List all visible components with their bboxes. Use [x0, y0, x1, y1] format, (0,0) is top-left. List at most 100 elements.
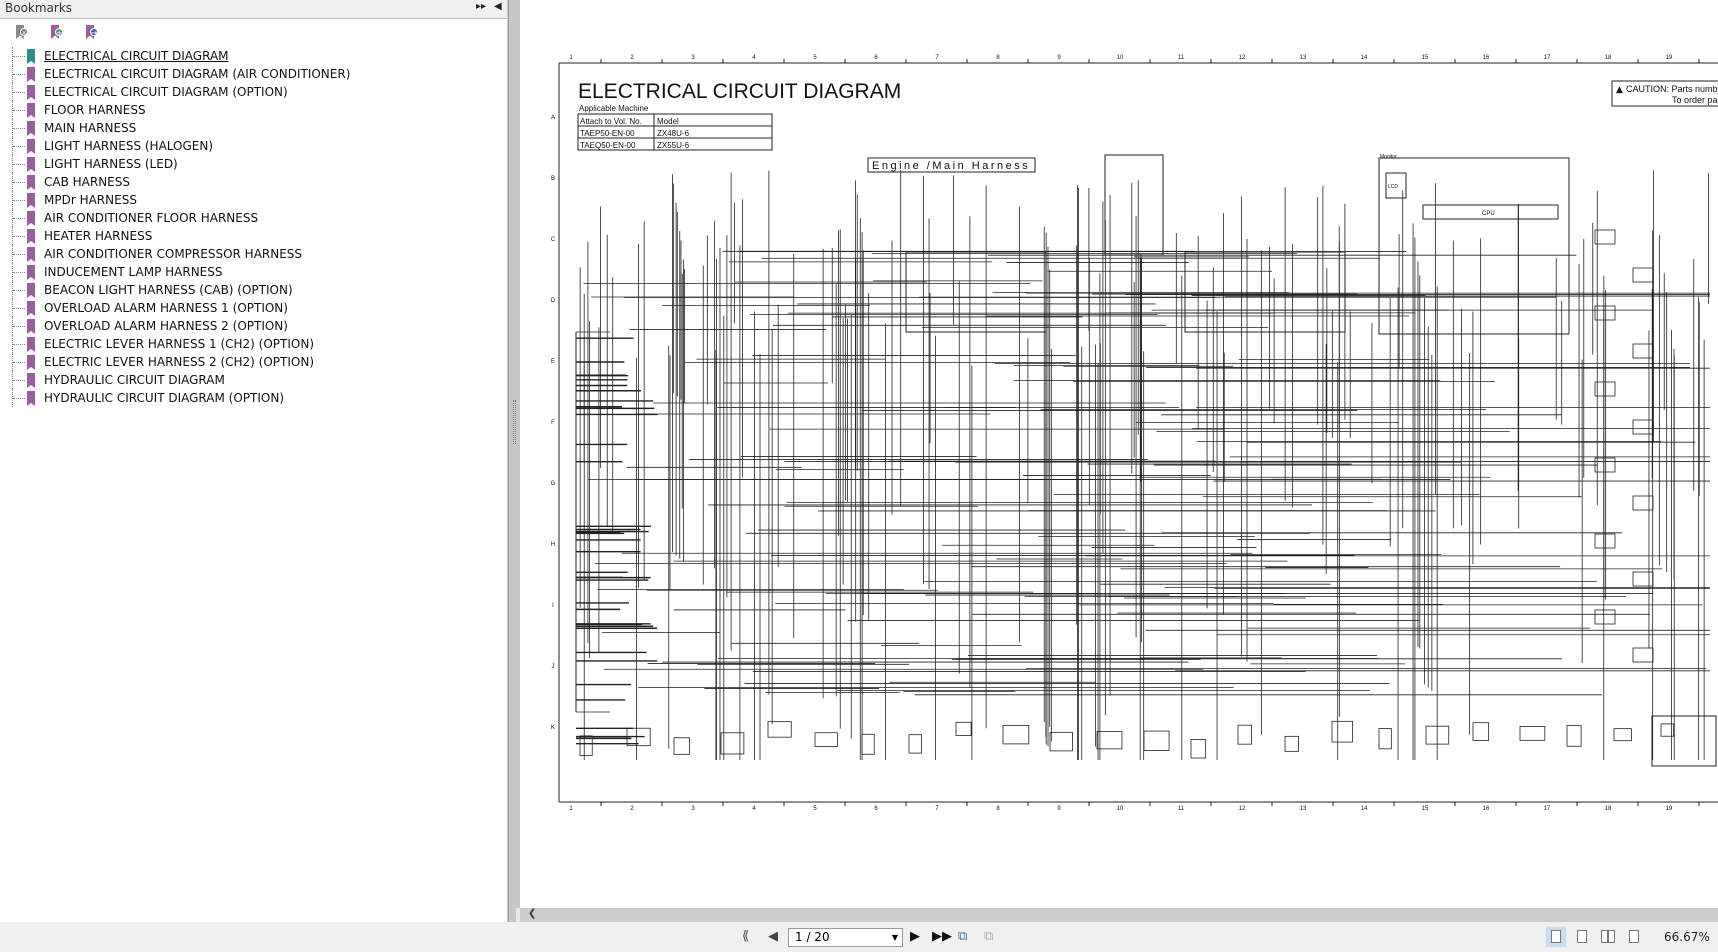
table-cell: TAEQ50-EN-00 — [580, 141, 636, 150]
bookmark-item[interactable]: MPDr HARNESS — [0, 191, 507, 209]
bookmark-item[interactable]: HEATER HARNESS — [0, 227, 507, 245]
continuous-facing-icon[interactable] — [1624, 927, 1644, 947]
bookmark-label: MPDr HARNESS — [44, 193, 137, 207]
tree-line — [12, 65, 26, 83]
bookmark-item[interactable]: ELECTRICAL CIRCUIT DIAGRAM (AIR CONDITIO… — [0, 65, 507, 83]
tree-line — [12, 245, 26, 263]
bookmark-delete-icon[interactable]: × — [14, 25, 28, 40]
component-symbol — [1632, 267, 1654, 283]
bookmark-label: ELECTRICAL CIRCUIT DIAGRAM — [44, 49, 229, 63]
bookmark-item[interactable]: FLOOR HARNESS — [0, 101, 507, 119]
last-page-icon[interactable]: ▶▶ — [932, 929, 952, 944]
column-label-bottom: 18 — [1605, 806, 1612, 812]
bookmark-item[interactable]: ELECTRICAL CIRCUIT DIAGRAM (OPTION) — [0, 83, 507, 101]
bookmark-add-icon[interactable]: + — [49, 25, 63, 40]
column-label-top: 4 — [752, 55, 756, 61]
continuous-icon[interactable] — [1572, 927, 1592, 947]
bookmark-item[interactable]: ELECTRICAL CIRCUIT DIAGRAM — [0, 47, 507, 65]
document-view[interactable]: 1 1 2 2 3 3 4 4 5 5 6 6 7 7 8 8 9 9 10 10 11 11 12 12 13 13 14 14 15… — [520, 0, 1718, 908]
bookmark-icon — [27, 391, 35, 406]
component-symbol — [1096, 731, 1123, 750]
column-label-top: 16 — [1483, 55, 1490, 61]
bookmark-icon — [27, 283, 35, 298]
bookmark-icon — [27, 193, 35, 208]
bookmark-icon — [27, 247, 35, 262]
component-symbol — [814, 732, 838, 747]
bookmark-icon — [27, 373, 35, 388]
bookmark-item[interactable]: HYDRAULIC CIRCUIT DIAGRAM (OPTION) — [0, 389, 507, 407]
tree-line — [12, 47, 26, 65]
component-symbol — [1331, 720, 1353, 743]
single-page-icon[interactable] — [1546, 927, 1566, 947]
bookmark-item[interactable]: LIGHT HARNESS (LED) — [0, 155, 507, 173]
component-symbol — [1566, 725, 1582, 747]
tree-line — [12, 137, 26, 155]
bookmark-label: HYDRAULIC CIRCUIT DIAGRAM (OPTION) — [44, 391, 284, 405]
bookmark-item[interactable]: AIR CONDITIONER COMPRESSOR HARNESS — [0, 245, 507, 263]
bookmark-label: ELECTRICAL CIRCUIT DIAGRAM (OPTION) — [44, 85, 288, 99]
bookmark-item[interactable]: OVERLOAD ALARM HARNESS 1 (OPTION) — [0, 299, 507, 317]
bookmarks-title: Bookmarks — [5, 1, 73, 15]
tree-line — [12, 83, 26, 101]
bottom-toolbar: ⟪ ◀ 1 / 20 ▼ ▶ ▶▶ ⧉ ⧉ 66.67% — [0, 922, 1718, 952]
bookmark-icon — [27, 175, 35, 190]
facing-icon[interactable] — [1598, 927, 1618, 947]
row-label: K — [551, 725, 555, 731]
warning-icon: ▲ — [1616, 85, 1623, 95]
collapse-panel-icon[interactable]: ◀ — [494, 1, 502, 12]
previous-view-icon[interactable]: ⧉ — [958, 929, 967, 944]
bookmark-label: ELECTRIC LEVER HARNESS 1 (CH2) (OPTION) — [44, 337, 315, 351]
connector-block — [905, 251, 1047, 333]
component-symbol — [720, 732, 745, 755]
column-label-bottom: 2 — [630, 806, 634, 812]
tree-line — [12, 263, 26, 281]
bookmark-item[interactable]: OVERLOAD ALARM HARNESS 2 (OPTION) — [0, 317, 507, 335]
row-label: J — [552, 664, 555, 670]
scroll-left-icon[interactable]: ❮ — [528, 908, 536, 919]
component-symbol — [1378, 728, 1392, 750]
column-label-bottom: 17 — [1544, 806, 1551, 812]
bookmark-item[interactable]: HYDRAULIC CIRCUIT DIAGRAM — [0, 371, 507, 389]
bookmark-label: LIGHT HARNESS (LED) — [44, 157, 178, 171]
bookmark-item[interactable]: BEACON LIGHT HARNESS (CAB) (OPTION) — [0, 281, 507, 299]
bookmark-icon — [27, 157, 35, 172]
component-symbol — [1632, 495, 1654, 511]
panel-splitter[interactable] — [508, 0, 520, 922]
applicable-machine-label: Applicable Machine — [579, 104, 649, 113]
first-page-icon[interactable]: ⟪ — [742, 929, 749, 944]
chevron-down-icon[interactable]: ▼ — [892, 929, 898, 946]
bookmark-item[interactable]: CAB HARNESS — [0, 173, 507, 191]
next-page-icon[interactable]: ▶ — [910, 929, 920, 944]
bookmark-label: AIR CONDITIONER COMPRESSOR HARNESS — [44, 247, 303, 261]
column-label-bottom: 14 — [1361, 806, 1368, 812]
bookmark-item[interactable]: ELECTRIC LEVER HARNESS 2 (CH2) (OPTION) — [0, 353, 507, 371]
column-label-top: 5 — [813, 55, 817, 61]
zoom-level[interactable]: 66.67% — [1664, 930, 1710, 944]
bookmark-label: HYDRAULIC CIRCUIT DIAGRAM — [44, 373, 225, 387]
diagram-title: ELECTRICAL CIRCUIT DIAGRAM — [578, 80, 901, 103]
column-label-bottom: 15 — [1422, 806, 1429, 812]
component-symbol — [1594, 457, 1616, 473]
component-symbol — [1143, 730, 1170, 751]
bookmark-item[interactable]: ELECTRIC LEVER HARNESS 1 (CH2) (OPTION) — [0, 335, 507, 353]
bookmark-item[interactable]: INDUCEMENT LAMP HARNESS — [0, 263, 507, 281]
bookmark-label: HEATER HARNESS — [44, 229, 153, 243]
bookmark-item[interactable]: MAIN HARNESS — [0, 119, 507, 137]
horizontal-scrollbar[interactable]: ❮ — [520, 908, 1718, 922]
prev-page-icon[interactable]: ◀ — [768, 929, 778, 944]
splitter-grip[interactable] — [513, 400, 516, 444]
next-view-icon[interactable]: ⧉ — [984, 929, 993, 944]
page-number-field[interactable]: 1 / 20 ▼ — [788, 928, 903, 947]
bookmark-item[interactable]: LIGHT HARNESS (HALOGEN) — [0, 137, 507, 155]
bookmark-goto-icon[interactable]: → — [84, 25, 98, 40]
component-symbol — [1594, 609, 1616, 625]
bookmark-icon — [27, 85, 35, 100]
expand-icon[interactable]: ▸▸ — [476, 1, 486, 12]
row-label: C — [551, 237, 556, 243]
bookmark-item[interactable]: AIR CONDITIONER FLOOR HARNESS — [0, 209, 507, 227]
component-symbol — [1519, 725, 1546, 741]
column-label-bottom: 19 — [1666, 806, 1673, 812]
column-label-top: 10 — [1117, 55, 1124, 61]
tree-line — [12, 191, 26, 209]
column-label-top: 18 — [1605, 55, 1612, 61]
